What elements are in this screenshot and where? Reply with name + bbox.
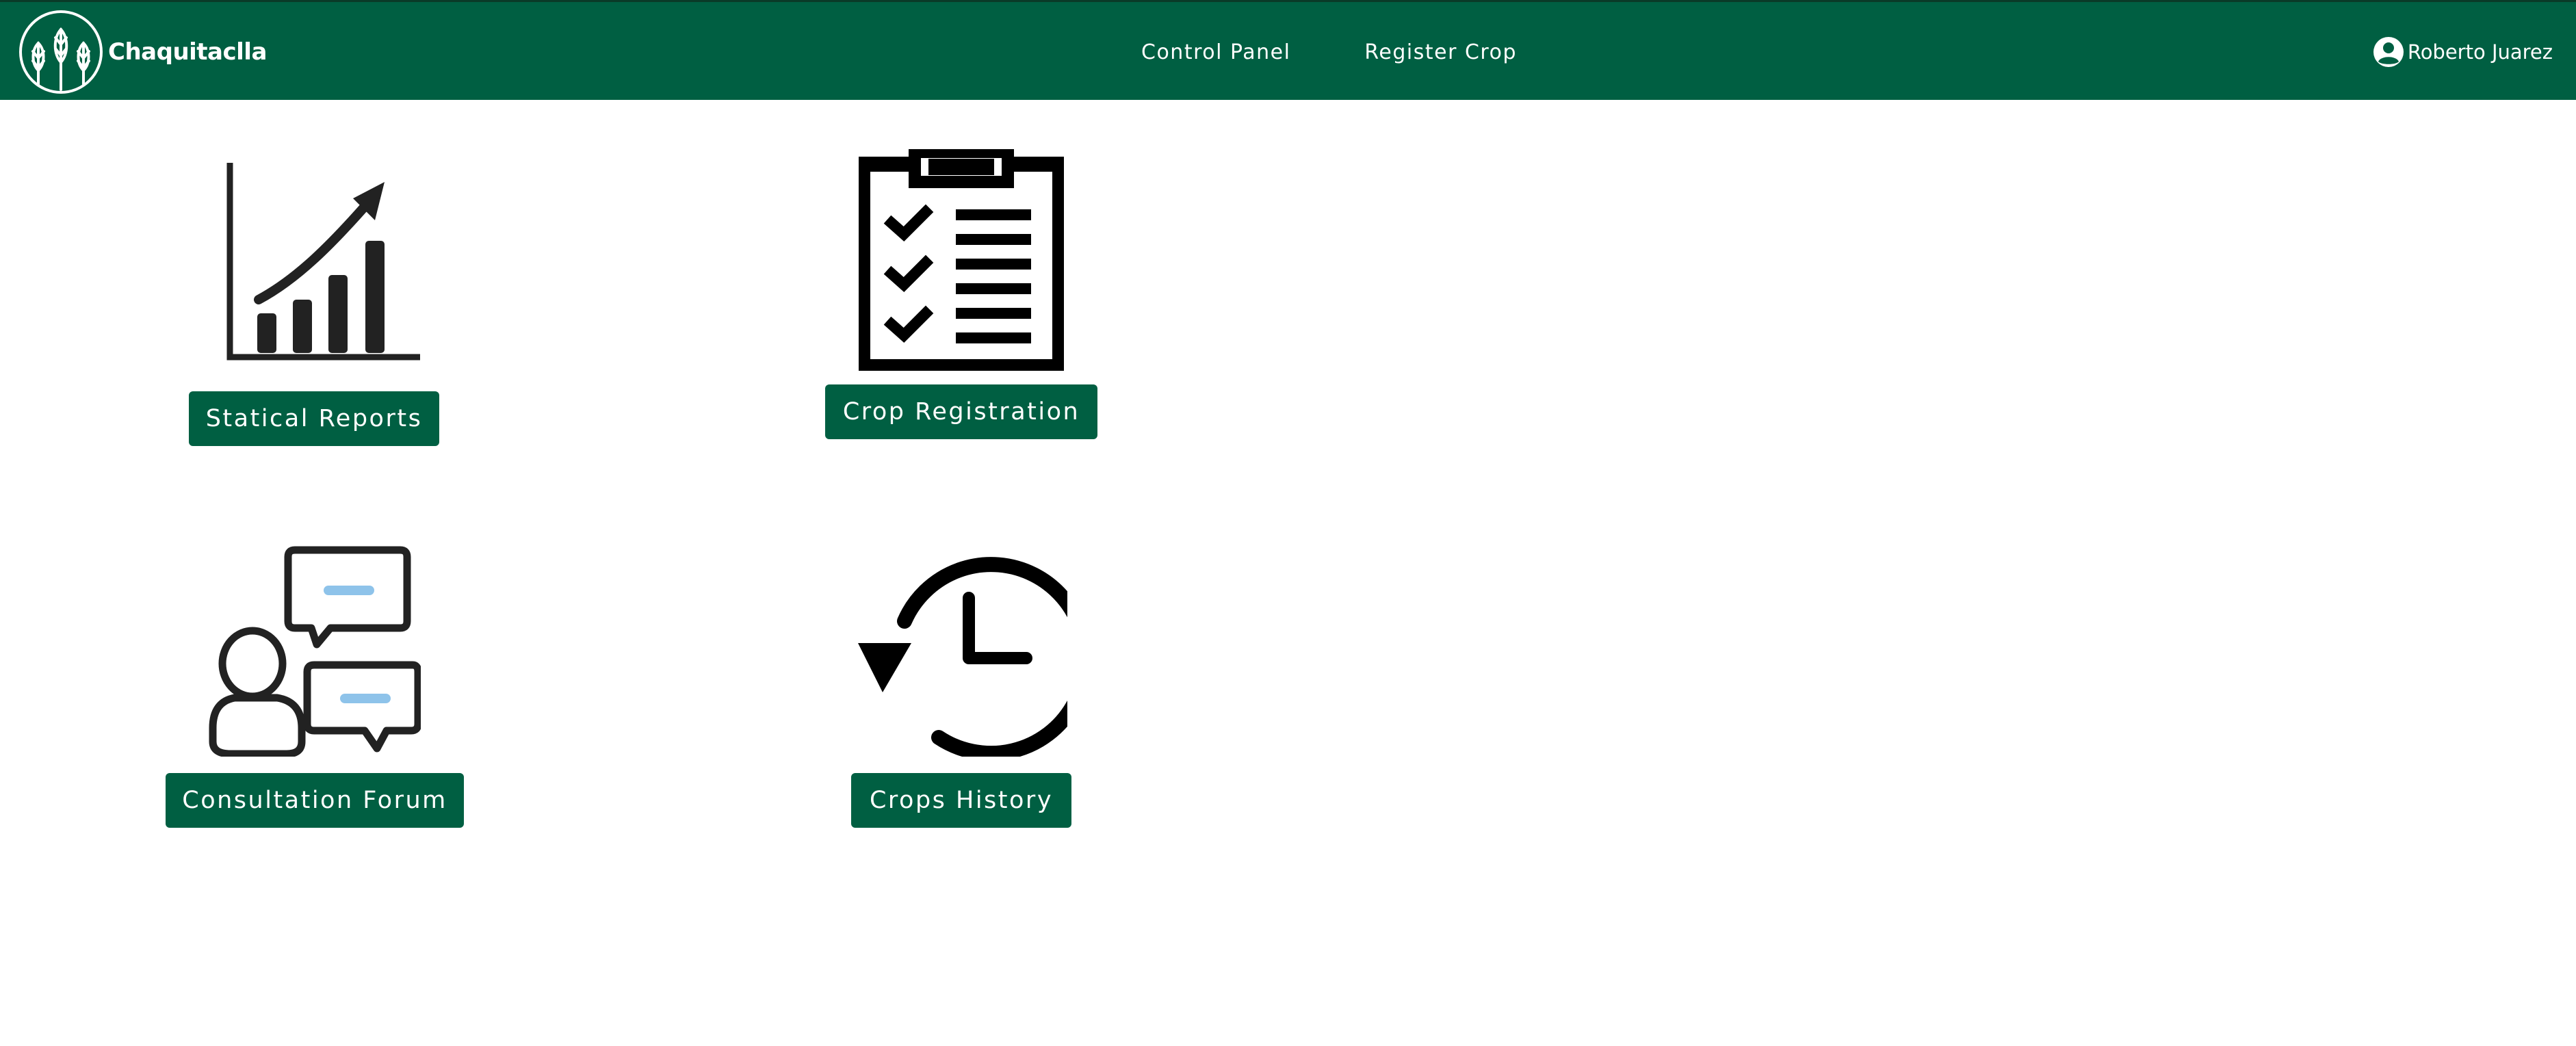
nav-link-register-crop[interactable]: Register Crop [1364,40,1517,64]
clipboard-checklist-icon [859,149,1064,371]
crops-history-button[interactable]: Crops History [851,773,1071,828]
chat-users-icon [209,546,421,757]
brand-home-link[interactable]: Chaquitaclla [18,9,267,95]
tile-statical-reports: Statical Reports [189,157,439,446]
history-clock-icon [858,557,1067,757]
statical-reports-button[interactable]: Statical Reports [189,391,439,446]
brand-name: Chaquitaclla [108,38,267,66]
wheat-logo-icon [19,10,103,94]
user-name: Roberto Juarez [2407,40,2553,64]
tile-crop-registration: Crop Registration [825,149,1097,439]
crop-registration-button[interactable]: Crop Registration [825,384,1097,439]
user-circle-icon [2373,37,2404,67]
top-navbar: Chaquitaclla Control Panel Register Crop… [0,0,2576,100]
user-menu[interactable]: Roberto Juarez [2372,2,2553,102]
tile-consultation-forum: Consultation Forum [166,545,464,828]
bar-chart-growth-icon [226,163,420,361]
main-nav: Control Panel Register Crop [1141,2,1591,102]
consultation-forum-button[interactable]: Consultation Forum [166,773,464,828]
tile-crops-history: Crops History [851,545,1071,828]
nav-link-control-panel[interactable]: Control Panel [1141,40,1290,64]
